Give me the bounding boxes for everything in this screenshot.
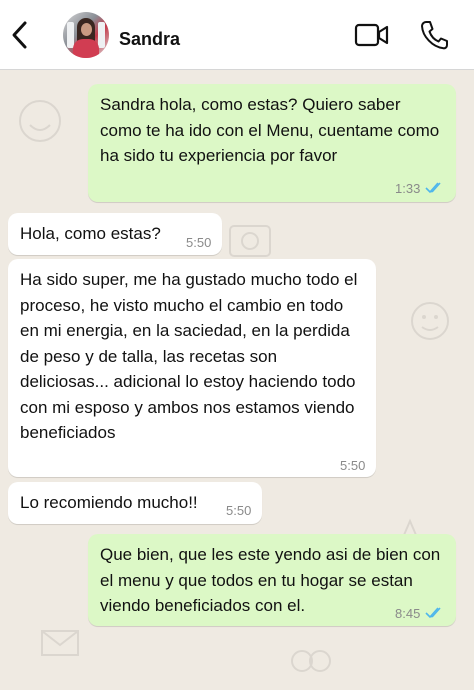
message-text: Sandra hola, como estas? Quiero saber co…: [100, 95, 440, 165]
message-text: Hola, como estas?: [20, 224, 161, 243]
chat-area: Sandra hola, como estas? Quiero saber co…: [0, 71, 474, 690]
message-text: Que bien, que les este yendo asi de bien…: [100, 545, 441, 615]
message-incoming[interactable]: Lo recomiendo mucho!!: [8, 482, 262, 524]
message-time: 8:45: [395, 606, 421, 621]
message-time: 5:50: [226, 503, 252, 518]
video-camera-icon[interactable]: [354, 21, 390, 49]
phone-icon[interactable]: [419, 19, 449, 51]
chevron-left-icon[interactable]: [8, 20, 34, 50]
double-check-icon: [425, 181, 445, 194]
message-time: 5:50: [186, 235, 212, 250]
contact-name[interactable]: Sandra: [119, 29, 180, 50]
message-text: Lo recomiendo mucho!!: [20, 493, 198, 512]
message-time: 5:50: [340, 458, 366, 473]
message-time: 1:33: [395, 181, 421, 196]
message-text: Ha sido super, me ha gustado mucho todo …: [20, 270, 358, 442]
message-incoming[interactable]: Ha sido super, me ha gustado mucho todo …: [8, 259, 376, 477]
chat-header: Sandra: [0, 0, 474, 70]
avatar[interactable]: [63, 12, 109, 58]
double-check-icon: [425, 606, 445, 619]
